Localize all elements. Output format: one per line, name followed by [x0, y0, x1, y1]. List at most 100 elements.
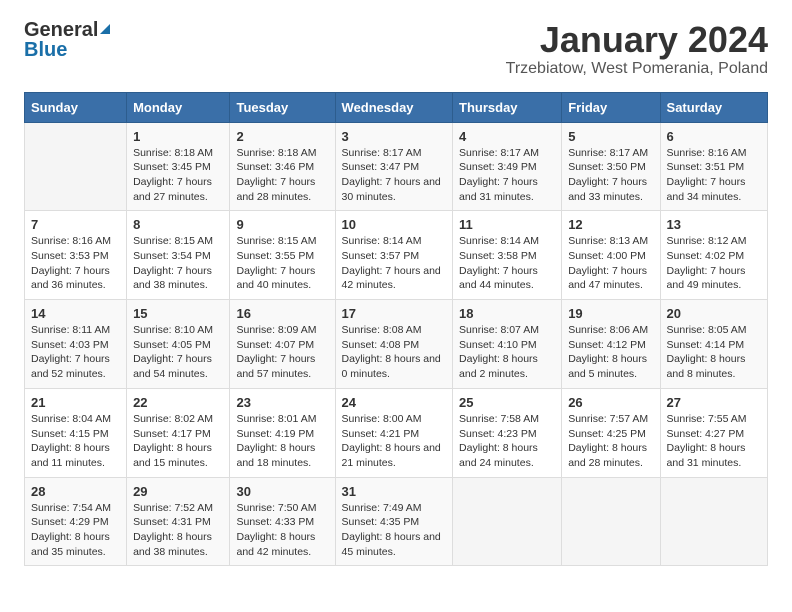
day-number: 19	[568, 306, 653, 321]
day-cell-4-0: 28 Sunrise: 7:54 AMSunset: 4:29 PMDayligh…	[25, 477, 127, 566]
day-info: Sunrise: 8:12 AMSunset: 4:02 PMDaylight:…	[667, 234, 761, 293]
page-header: General Blue January 2024 Trzebiatow, We…	[24, 20, 768, 78]
col-thursday: Thursday	[453, 92, 562, 122]
day-info: Sunrise: 8:13 AMSunset: 4:00 PMDaylight:…	[568, 234, 653, 293]
location-title: Trzebiatow, West Pomerania, Poland	[506, 60, 768, 78]
day-cell-2-5: 19 Sunrise: 8:06 AMSunset: 4:12 PMDayligh…	[562, 300, 660, 389]
day-number: 3	[342, 129, 446, 144]
day-cell-3-5: 26Sunrise: 7:57 AMSunset: 4:25 PMDayligh…	[562, 388, 660, 477]
day-cell-4-5	[562, 477, 660, 566]
day-cell-3-3: 24 Sunrise: 8:00 AMSunset: 4:21 PMDayligh…	[335, 388, 452, 477]
day-cell-4-4	[453, 477, 562, 566]
day-cell-4-6	[660, 477, 767, 566]
logo-general: General	[24, 20, 110, 40]
day-info: Sunrise: 8:11 AMSunset: 4:03 PMDaylight:…	[31, 323, 120, 382]
col-sunday: Sunday	[25, 92, 127, 122]
day-number: 21	[31, 395, 120, 410]
week-row-5: 28 Sunrise: 7:54 AMSunset: 4:29 PMDayligh…	[25, 477, 768, 566]
day-info: Sunrise: 8:08 AMSunset: 4:08 PMDaylight:…	[342, 323, 446, 382]
day-cell-0-4: 4Sunrise: 8:17 AMSunset: 3:49 PMDaylight…	[453, 122, 562, 211]
day-number: 29	[133, 484, 223, 499]
day-number: 20	[667, 306, 761, 321]
day-number: 24	[342, 395, 446, 410]
day-cell-1-0: 7Sunrise: 8:16 AMSunset: 3:53 PMDaylight…	[25, 211, 127, 300]
day-number: 27	[667, 395, 761, 410]
day-cell-0-6: 6 Sunrise: 8:16 AMSunset: 3:51 PMDaylight…	[660, 122, 767, 211]
day-cell-1-5: 12 Sunrise: 8:13 AMSunset: 4:00 PMDayligh…	[562, 211, 660, 300]
day-cell-1-3: 10 Sunrise: 8:14 AMSunset: 3:57 PMDayligh…	[335, 211, 452, 300]
day-cell-2-1: 15 Sunrise: 8:10 AMSunset: 4:05 PMDayligh…	[127, 300, 230, 389]
day-cell-2-0: 14 Sunrise: 8:11 AMSunset: 4:03 PMDayligh…	[25, 300, 127, 389]
day-cell-2-4: 18Sunrise: 8:07 AMSunset: 4:10 PMDayligh…	[453, 300, 562, 389]
day-info: Sunrise: 7:52 AMSunset: 4:31 PMDaylight:…	[133, 501, 223, 560]
day-info: Sunrise: 7:50 AMSunset: 4:33 PMDaylight:…	[236, 501, 328, 560]
day-info: Sunrise: 8:09 AMSunset: 4:07 PMDaylight:…	[236, 323, 328, 382]
day-info: Sunrise: 8:16 AMSunset: 3:53 PMDaylight:…	[31, 234, 120, 293]
day-info: Sunrise: 8:00 AMSunset: 4:21 PMDaylight:…	[342, 412, 446, 471]
day-number: 16	[236, 306, 328, 321]
day-cell-0-1: 1Sunrise: 8:18 AMSunset: 3:45 PMDaylight…	[127, 122, 230, 211]
day-cell-4-1: 29 Sunrise: 7:52 AMSunset: 4:31 PMDayligh…	[127, 477, 230, 566]
day-cell-0-5: 5 Sunrise: 8:17 AMSunset: 3:50 PMDaylight…	[562, 122, 660, 211]
day-number: 14	[31, 306, 120, 321]
logo-arrow-icon	[100, 24, 110, 34]
day-cell-3-6: 27Sunrise: 7:55 AMSunset: 4:27 PMDayligh…	[660, 388, 767, 477]
day-cell-1-4: 11 Sunrise: 8:14 AMSunset: 3:58 PMDayligh…	[453, 211, 562, 300]
day-number: 22	[133, 395, 223, 410]
day-info: Sunrise: 8:18 AMSunset: 3:46 PMDaylight:…	[236, 146, 328, 205]
day-cell-2-2: 16 Sunrise: 8:09 AMSunset: 4:07 PMDayligh…	[230, 300, 335, 389]
day-info: Sunrise: 8:10 AMSunset: 4:05 PMDaylight:…	[133, 323, 223, 382]
day-number: 25	[459, 395, 555, 410]
week-row-4: 21 Sunrise: 8:04 AMSunset: 4:15 PMDayligh…	[25, 388, 768, 477]
day-info: Sunrise: 8:17 AMSunset: 3:49 PMDaylight:…	[459, 146, 555, 205]
day-number: 10	[342, 217, 446, 232]
day-info: Sunrise: 8:17 AMSunset: 3:50 PMDaylight:…	[568, 146, 653, 205]
week-row-3: 14 Sunrise: 8:11 AMSunset: 4:03 PMDayligh…	[25, 300, 768, 389]
day-info: Sunrise: 8:16 AMSunset: 3:51 PMDaylight:…	[667, 146, 761, 205]
day-info: Sunrise: 8:18 AMSunset: 3:45 PMDaylight:…	[133, 146, 223, 205]
day-info: Sunrise: 8:17 AMSunset: 3:47 PMDaylight:…	[342, 146, 446, 205]
day-number: 11	[459, 217, 555, 232]
day-cell-2-6: 20 Sunrise: 8:05 AMSunset: 4:14 PMDayligh…	[660, 300, 767, 389]
day-cell-0-3: 3 Sunrise: 8:17 AMSunset: 3:47 PMDaylight…	[335, 122, 452, 211]
day-cell-0-0	[25, 122, 127, 211]
day-cell-3-1: 22Sunrise: 8:02 AMSunset: 4:17 PMDayligh…	[127, 388, 230, 477]
day-info: Sunrise: 8:04 AMSunset: 4:15 PMDaylight:…	[31, 412, 120, 471]
col-saturday: Saturday	[660, 92, 767, 122]
day-number: 9	[236, 217, 328, 232]
day-number: 13	[667, 217, 761, 232]
calendar-table: Sunday Monday Tuesday Wednesday Thursday…	[24, 92, 768, 567]
week-row-1: 1Sunrise: 8:18 AMSunset: 3:45 PMDaylight…	[25, 122, 768, 211]
day-number: 8	[133, 217, 223, 232]
day-number: 17	[342, 306, 446, 321]
day-cell-3-0: 21 Sunrise: 8:04 AMSunset: 4:15 PMDayligh…	[25, 388, 127, 477]
day-number: 31	[342, 484, 446, 499]
day-info: Sunrise: 8:05 AMSunset: 4:14 PMDaylight:…	[667, 323, 761, 382]
col-friday: Friday	[562, 92, 660, 122]
day-info: Sunrise: 7:54 AMSunset: 4:29 PMDaylight:…	[31, 501, 120, 560]
day-cell-3-4: 25Sunrise: 7:58 AMSunset: 4:23 PMDayligh…	[453, 388, 562, 477]
day-number: 12	[568, 217, 653, 232]
day-number: 5	[568, 129, 653, 144]
day-info: Sunrise: 8:14 AMSunset: 3:58 PMDaylight:…	[459, 234, 555, 293]
day-number: 18	[459, 306, 555, 321]
day-number: 30	[236, 484, 328, 499]
day-info: Sunrise: 7:49 AMSunset: 4:35 PMDaylight:…	[342, 501, 446, 560]
day-info: Sunrise: 7:57 AMSunset: 4:25 PMDaylight:…	[568, 412, 653, 471]
day-number: 6	[667, 129, 761, 144]
calendar-body: 1Sunrise: 8:18 AMSunset: 3:45 PMDaylight…	[25, 122, 768, 566]
day-number: 28	[31, 484, 120, 499]
col-tuesday: Tuesday	[230, 92, 335, 122]
logo-text: General Blue	[24, 20, 110, 60]
day-cell-4-2: 30 Sunrise: 7:50 AMSunset: 4:33 PMDayligh…	[230, 477, 335, 566]
month-title: January 2024	[506, 20, 768, 60]
week-row-2: 7Sunrise: 8:16 AMSunset: 3:53 PMDaylight…	[25, 211, 768, 300]
day-cell-1-1: 8Sunrise: 8:15 AMSunset: 3:54 PMDaylight…	[127, 211, 230, 300]
day-info: Sunrise: 8:15 AMSunset: 3:55 PMDaylight:…	[236, 234, 328, 293]
day-number: 15	[133, 306, 223, 321]
day-number: 23	[236, 395, 328, 410]
day-info: Sunrise: 8:06 AMSunset: 4:12 PMDaylight:…	[568, 323, 653, 382]
day-info: Sunrise: 8:14 AMSunset: 3:57 PMDaylight:…	[342, 234, 446, 293]
header-row: Sunday Monday Tuesday Wednesday Thursday…	[25, 92, 768, 122]
col-monday: Monday	[127, 92, 230, 122]
